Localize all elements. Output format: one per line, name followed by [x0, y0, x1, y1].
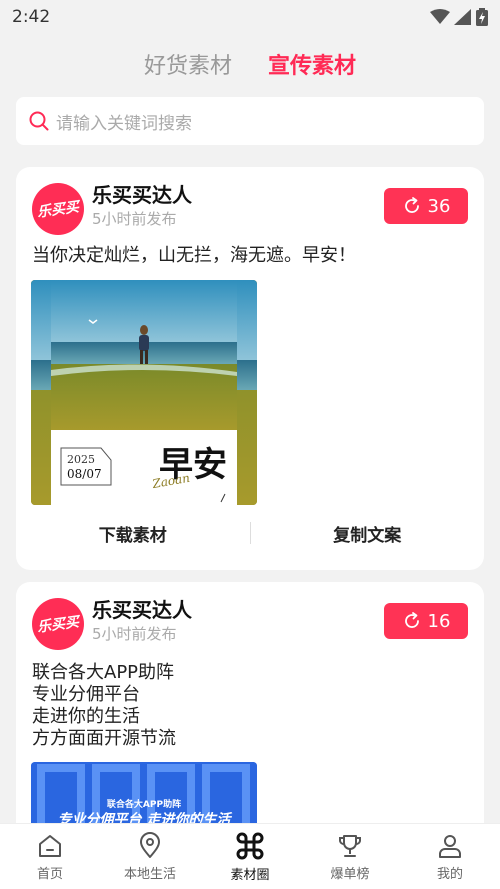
avatar-logo-text: 乐买买	[36, 199, 81, 221]
avatar[interactable]: 乐买买	[32, 183, 84, 235]
post-text-line: 联合各大APP助阵	[32, 662, 175, 683]
command-icon	[236, 832, 264, 859]
share-refresh-icon	[404, 612, 419, 628]
morning-poster-image: 2025 08/07 早安 Zaoan	[31, 280, 257, 505]
post-image[interactable]: 2025 08/07 早安 Zaoan	[31, 280, 257, 505]
status-icons	[430, 8, 488, 26]
search-input[interactable]: 请输入关键词搜索	[16, 97, 484, 145]
copy-text-button[interactable]: 复制文案	[251, 521, 485, 546]
trophy-icon	[339, 834, 361, 857]
post-text-line: 方方面面开源节流	[32, 728, 176, 749]
tab-goods-material[interactable]: 好货素材	[144, 48, 232, 80]
download-material-button[interactable]: 下载素材	[16, 521, 250, 546]
avatar-logo-text: 乐买买	[36, 614, 81, 636]
location-icon	[140, 831, 160, 858]
share-button[interactable]: 36	[384, 188, 468, 224]
bottom-nav: 首页 本地生活 素材圈 爆单榜 我的	[0, 823, 500, 889]
share-refresh-icon	[404, 197, 419, 213]
nav-label: 首页	[36, 866, 63, 882]
status-time: 2:42	[12, 7, 51, 27]
poster-date-monthday: 08/07	[67, 467, 102, 481]
author-name: 乐买买达人	[92, 183, 192, 207]
user-icon	[439, 834, 461, 858]
post-text-line: 专业分佣平台	[32, 684, 140, 705]
nav-material-circle[interactable]: 素材圈	[200, 831, 300, 883]
search-icon	[29, 111, 49, 131]
post-text: 当你决定灿烂，山无拦，海无遮。早安！	[32, 245, 356, 266]
share-count: 16	[427, 610, 451, 632]
post-text: 联合各大APP助阵 专业分佣平台 走进你的生活 方方面面开源节流	[32, 662, 176, 750]
post-time: 5小时前发布	[92, 625, 177, 643]
nav-home[interactable]: 首页	[0, 832, 100, 882]
nav-local-life[interactable]: 本地生活	[100, 831, 200, 882]
post-card: 乐买买 乐买买达人 5小时前发布 16 联合各大APP助阵 专业分佣平台 走进你…	[16, 582, 484, 842]
author-name: 乐买买达人	[92, 598, 192, 622]
share-button[interactable]: 16	[384, 603, 468, 639]
promo-tagline: 联合各大APP助阵	[107, 798, 181, 810]
nav-label: 爆单榜	[330, 866, 370, 882]
share-count: 36	[427, 195, 451, 217]
battery-icon	[476, 8, 488, 26]
top-tabs: 好货素材 宣传素材	[0, 44, 500, 84]
poster-date-year: 2025	[67, 453, 95, 466]
home-icon	[39, 834, 61, 857]
nav-label: 我的	[436, 866, 463, 882]
nav-label: 本地生活	[123, 866, 176, 882]
nav-label: 素材圈	[230, 867, 270, 883]
search-placeholder: 请输入关键词搜索	[56, 113, 192, 134]
wifi-icon	[430, 9, 450, 24]
signal-icon	[454, 9, 471, 25]
card-actions: 下载素材 复制文案	[16, 516, 484, 550]
avatar[interactable]: 乐买买	[32, 598, 84, 650]
post-text-line: 走进你的生活	[32, 706, 140, 727]
status-bar: 2:42	[0, 0, 500, 34]
nav-mine[interactable]: 我的	[400, 832, 500, 882]
post-time: 5小时前发布	[92, 210, 177, 228]
nav-hot-list[interactable]: 爆单榜	[300, 832, 400, 882]
tab-promo-material[interactable]: 宣传素材	[268, 48, 356, 80]
post-card: 乐买买 乐买买达人 5小时前发布 36 当你决定灿烂，山无拦，海无遮。早安！ 2…	[16, 167, 484, 570]
